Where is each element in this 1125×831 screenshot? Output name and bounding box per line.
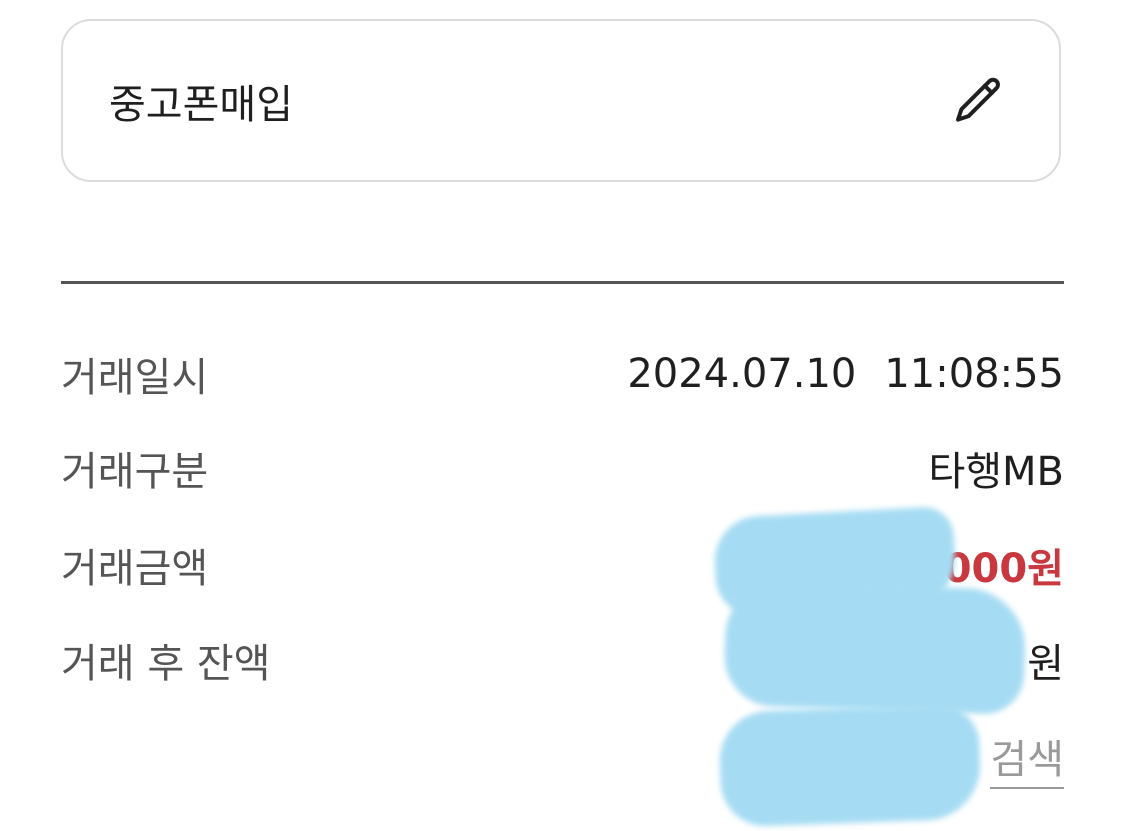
detail-label: 거래금액 <box>61 546 209 592</box>
edit-memo-button[interactable] <box>949 71 1009 131</box>
transaction-time: 11:08:55 <box>884 351 1064 397</box>
transaction-date: 2024.07.10 <box>627 351 857 397</box>
detail-value-balance: 원 <box>1027 641 1064 687</box>
detail-label: 거래구분 <box>61 449 209 495</box>
search-link[interactable]: 검색 <box>990 725 1064 789</box>
redaction-mark <box>722 579 1028 716</box>
detail-value-type: 타행MB <box>928 449 1064 495</box>
detail-label: 거래 후 잔액 <box>61 641 271 687</box>
detail-row-type: 거래구분 타행MB <box>61 438 1064 498</box>
detail-label: 거래일시 <box>61 355 209 401</box>
detail-value-amount: 000원 <box>943 546 1064 592</box>
memo-box: 중고폰매입 <box>61 19 1061 182</box>
detail-value-datetime: 2024.07.10 11:08:55 <box>627 351 1064 397</box>
pencil-icon <box>956 77 1000 122</box>
section-divider <box>61 281 1064 284</box>
memo-text: 중고폰매입 <box>109 81 293 128</box>
detail-row-datetime: 거래일시 2024.07.10 11:08:55 <box>61 344 1064 404</box>
redaction-mark <box>718 703 982 828</box>
search-link-label: 검색 <box>990 737 1064 783</box>
